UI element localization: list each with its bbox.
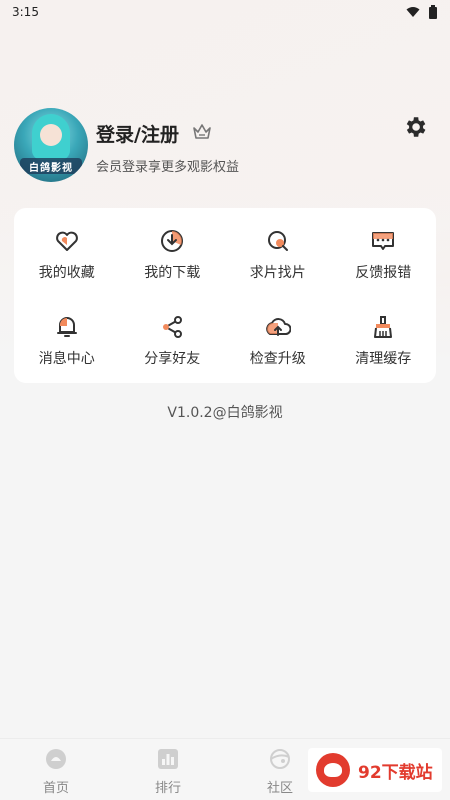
wifi-icon xyxy=(406,6,420,18)
menu-label: 我的收藏 xyxy=(39,262,95,282)
battery-icon xyxy=(428,5,438,19)
download-icon xyxy=(159,228,185,254)
nav-item-home[interactable]: 首页 xyxy=(0,739,112,800)
status-time: 3:15 xyxy=(12,5,39,19)
nav-item-rank[interactable]: 排行 xyxy=(112,739,224,800)
menu-label: 清理缓存 xyxy=(355,348,411,368)
avatar[interactable]: 白鸽影视 xyxy=(14,108,88,182)
menu-label: 求片找片 xyxy=(250,262,306,282)
menu-item-share[interactable]: 分享好友 xyxy=(120,298,226,384)
share-icon xyxy=(159,314,185,340)
menu-card: 我的收藏 我的下载 求片找片 反馈报错 xyxy=(14,208,436,383)
crown-icon xyxy=(192,122,212,142)
menu-label: 检查升级 xyxy=(250,348,306,368)
menu-label: 我的下载 xyxy=(144,262,200,282)
menu-label: 分享好友 xyxy=(144,348,200,368)
heart-icon xyxy=(54,228,80,254)
watermark-logo-icon xyxy=(316,753,350,787)
gear-icon[interactable] xyxy=(402,114,428,140)
feedback-icon xyxy=(370,228,396,254)
status-bar: 3:15 xyxy=(0,0,450,24)
search-film-icon xyxy=(265,228,291,254)
upgrade-icon xyxy=(265,314,291,340)
watermark-text: 92下载站 xyxy=(358,758,433,783)
nav-label: 排行 xyxy=(155,777,181,796)
menu-item-clear-cache[interactable]: 清理缓存 xyxy=(331,298,437,384)
menu-item-favorites[interactable]: 我的收藏 xyxy=(14,212,120,298)
nav-label: 首页 xyxy=(43,777,69,796)
menu-item-check-update[interactable]: 检查升级 xyxy=(225,298,331,384)
rank-icon xyxy=(156,747,180,771)
community-icon xyxy=(268,747,292,771)
menu-item-downloads[interactable]: 我的下载 xyxy=(120,212,226,298)
menu-label: 消息中心 xyxy=(39,348,95,368)
watermark: 92下载站 xyxy=(308,748,442,792)
menu-item-request-film[interactable]: 求片找片 xyxy=(225,212,331,298)
version-text: V1.0.2@白鸽影视 xyxy=(0,402,450,422)
bell-icon xyxy=(54,314,80,340)
nav-label: 社区 xyxy=(267,777,293,796)
login-subtitle: 会员登录享更多观影权益 xyxy=(96,156,239,175)
menu-item-feedback[interactable]: 反馈报错 xyxy=(331,212,437,298)
broom-icon xyxy=(370,314,396,340)
menu-item-messages[interactable]: 消息中心 xyxy=(14,298,120,384)
menu-label: 反馈报错 xyxy=(355,262,411,282)
profile-header[interactable]: 白鸽影视 登录/注册 会员登录享更多观影权益 xyxy=(14,108,436,184)
avatar-brand-text: 白鸽影视 xyxy=(20,158,82,174)
login-register-link[interactable]: 登录/注册 xyxy=(96,120,179,147)
home-icon xyxy=(44,747,68,771)
